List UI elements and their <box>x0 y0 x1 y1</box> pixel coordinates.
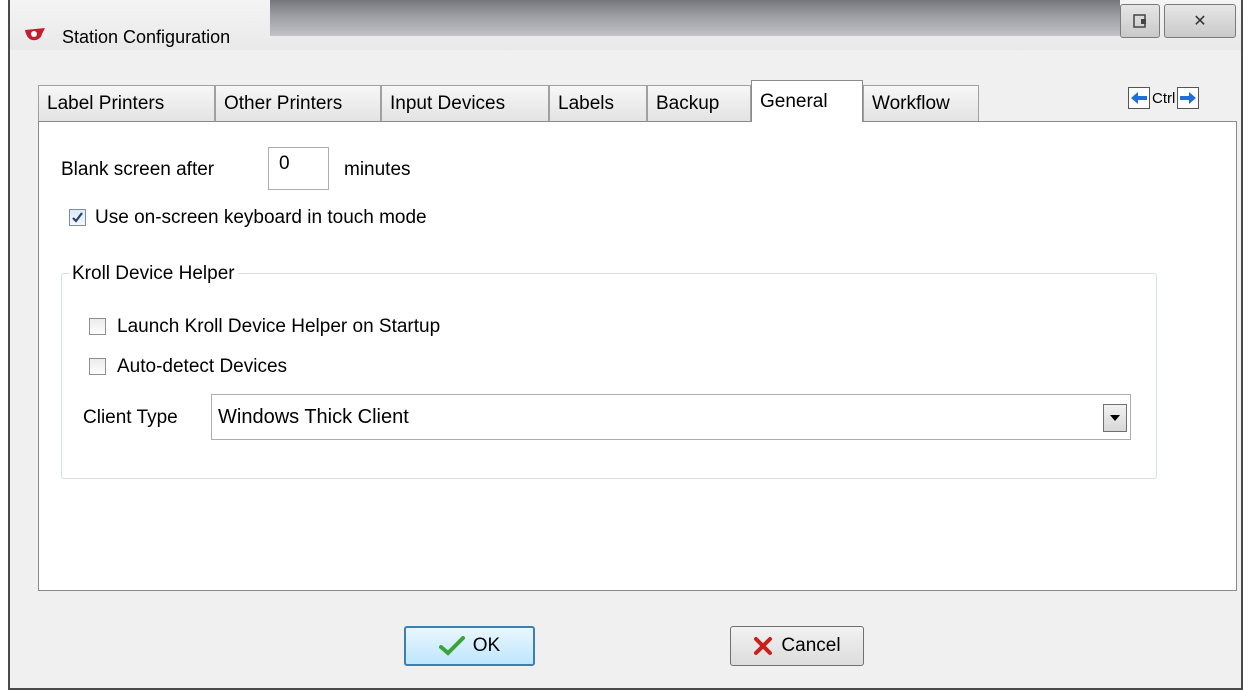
tab-other-printers[interactable]: Other Printers <box>215 85 381 121</box>
blurred-background <box>270 0 1120 36</box>
blank-screen-label: Blank screen after <box>61 159 215 180</box>
tab-label-printers[interactable]: Label Printers <box>38 85 215 121</box>
tab-general[interactable]: General <box>751 80 863 122</box>
x-icon <box>754 637 773 655</box>
arrow-right-icon <box>1180 92 1197 104</box>
ok-label: OK <box>472 635 501 656</box>
cancel-label: Cancel <box>781 635 841 656</box>
launch-helper-checkbox[interactable] <box>89 318 106 335</box>
tab-labels[interactable]: Labels <box>549 85 647 121</box>
chevron-down-icon <box>1110 415 1120 421</box>
onscreen-keyboard-label: Use on-screen keyboard in touch mode <box>95 207 427 228</box>
tab-label: General <box>760 90 828 112</box>
tab-navigation: Ctrl <box>1128 87 1200 109</box>
tab-label: Workflow <box>872 92 950 114</box>
window-title: Station Configuration <box>62 27 231 47</box>
close-icon: ✕ <box>1193 13 1207 30</box>
client-type-select[interactable]: Windows Thick Client <box>211 394 1131 440</box>
launch-helper-label: Launch Kroll Device Helper on Startup <box>117 316 441 337</box>
station-configuration-window: Station Configuration ✕ Label Printers O… <box>8 0 1243 690</box>
onscreen-keyboard-checkbox[interactable] <box>69 209 86 226</box>
ctrl-label: Ctrl <box>1152 89 1176 107</box>
previous-tab-button[interactable] <box>1128 87 1150 109</box>
checkmark-icon <box>72 212 83 223</box>
client-type-label: Client Type <box>83 407 178 428</box>
arrow-left-icon <box>1131 92 1147 104</box>
title-bar[interactable]: Station Configuration ✕ <box>10 0 1241 50</box>
next-tab-button[interactable] <box>1177 87 1200 109</box>
blank-screen-minutes-input[interactable]: 0 <box>268 147 329 190</box>
restore-icon <box>1133 14 1146 28</box>
tab-label: Label Printers <box>47 92 165 114</box>
ok-button[interactable]: OK <box>404 626 535 666</box>
client-type-value: Windows Thick Client <box>218 406 409 428</box>
tab-label: Backup <box>656 92 720 114</box>
cancel-button[interactable]: Cancel <box>730 626 864 666</box>
close-button[interactable]: ✕ <box>1164 4 1236 38</box>
general-tab-panel: Blank screen after 0 minutes Use on-scre… <box>38 121 1237 591</box>
tab-label: Labels <box>558 92 614 114</box>
tab-input-devices[interactable]: Input Devices <box>381 85 549 121</box>
minutes-label: minutes <box>344 159 411 180</box>
checkmark-icon <box>438 636 465 656</box>
tab-label: Other Printers <box>224 92 343 114</box>
tab-label: Input Devices <box>390 92 506 114</box>
restore-button[interactable] <box>1120 4 1160 38</box>
app-icon <box>25 28 45 41</box>
tab-backup[interactable]: Backup <box>647 85 751 121</box>
dropdown-button[interactable] <box>1103 404 1127 432</box>
autodetect-devices-label: Auto-detect Devices <box>117 356 288 377</box>
group-title: Kroll Device Helper <box>69 263 238 285</box>
tab-workflow[interactable]: Workflow <box>863 85 979 121</box>
autodetect-devices-checkbox[interactable] <box>89 358 106 375</box>
